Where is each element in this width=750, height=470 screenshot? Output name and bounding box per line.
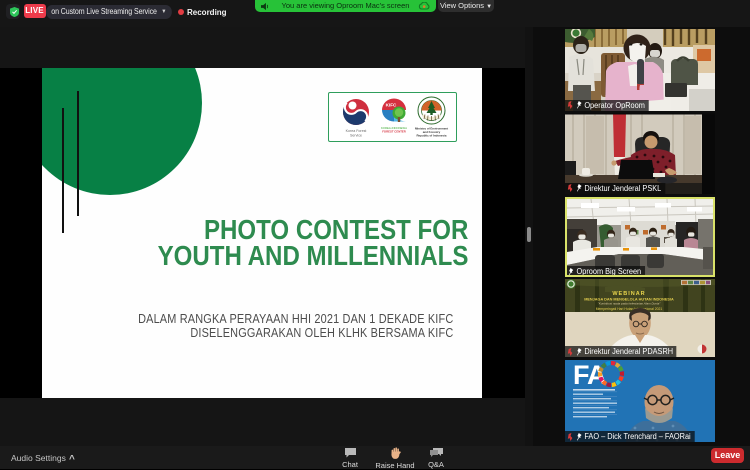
svg-text:Republic of Indonesia: Republic of Indonesia bbox=[416, 134, 446, 138]
svg-text:FOREST CENTER: FOREST CENTER bbox=[382, 130, 406, 134]
svg-text:Korea Forest: Korea Forest bbox=[346, 129, 367, 133]
svg-text:Memperingati Hari Hutan Intern: Memperingati Hari Hutan Internasional 20… bbox=[596, 307, 663, 311]
svg-text:Service: Service bbox=[350, 134, 362, 138]
svg-text:KIFC: KIFC bbox=[386, 103, 397, 108]
svg-text:"Kontribusi nyata pada kelesta: "Kontribusi nyata pada kelestarian Alam … bbox=[598, 301, 662, 305]
svg-text:WEBINAR: WEBINAR bbox=[612, 291, 645, 297]
